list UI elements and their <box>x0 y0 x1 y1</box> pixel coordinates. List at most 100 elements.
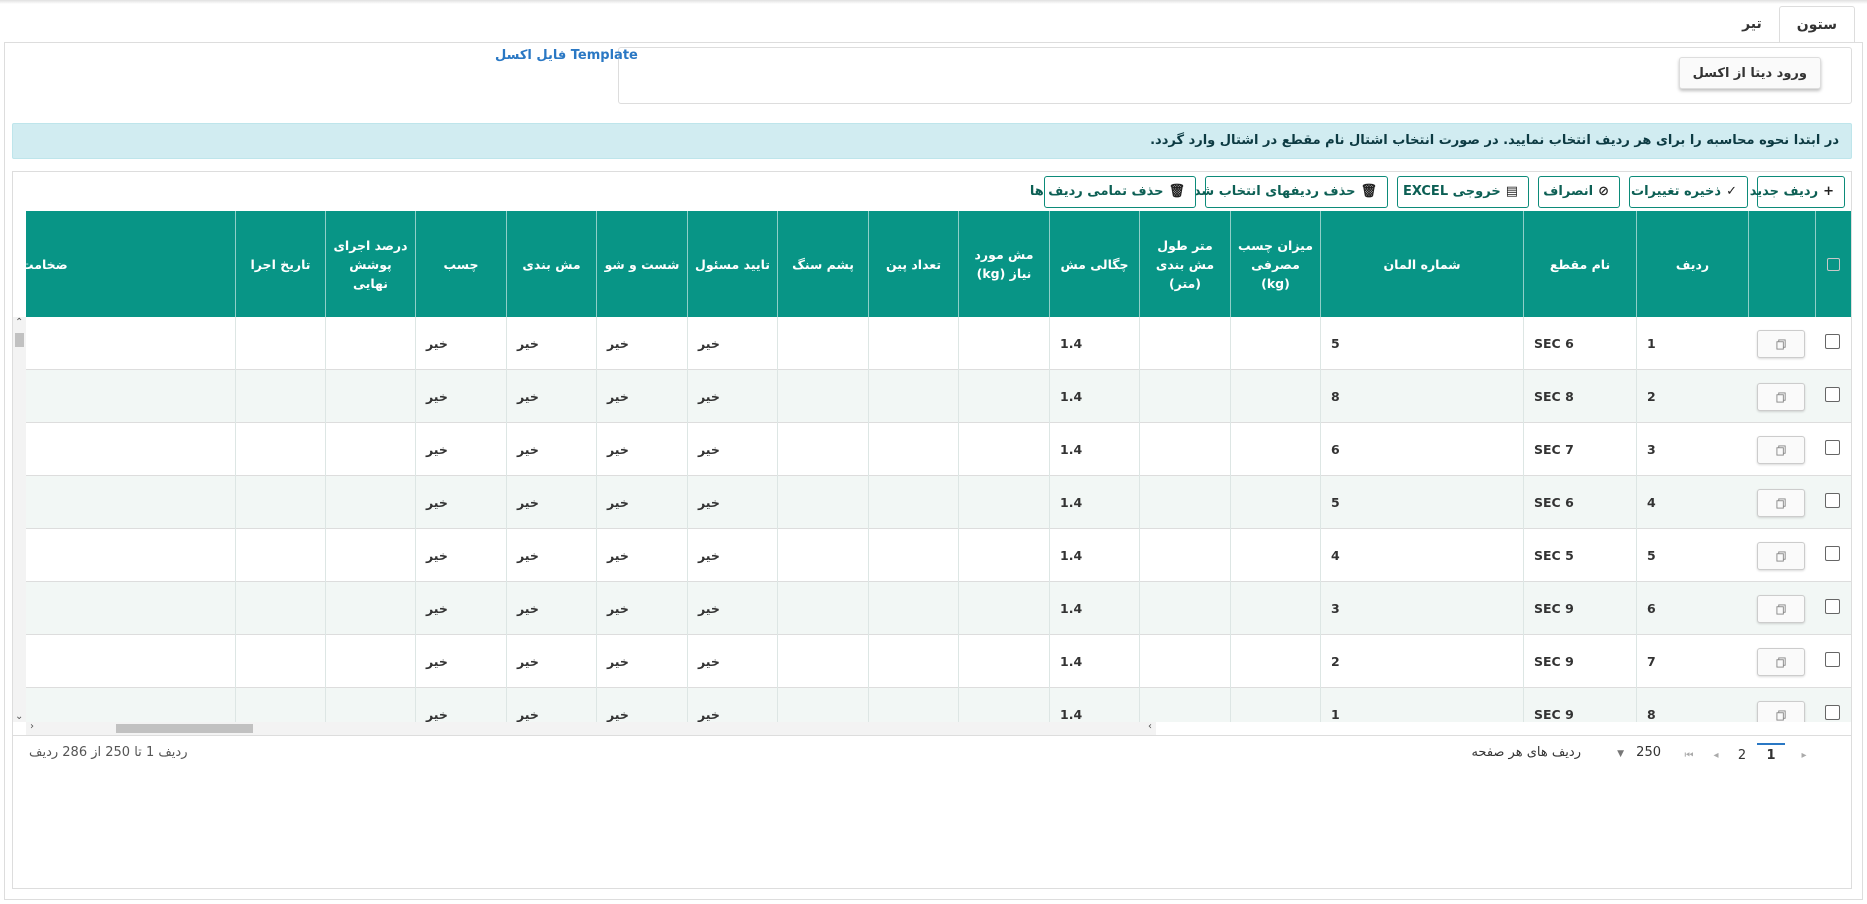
table-cell[interactable] <box>777 423 868 476</box>
approval-cell[interactable]: خیر <box>687 317 777 370</box>
table-cell[interactable] <box>777 317 868 370</box>
washing-cell[interactable]: خیر <box>596 370 687 423</box>
table-cell[interactable] <box>1230 370 1320 423</box>
col-header-section-name[interactable]: نام مقطع <box>1523 211 1636 317</box>
table-cell[interactable] <box>26 423 235 476</box>
meshing-cell[interactable]: خیر <box>506 635 596 688</box>
section-name-cell[interactable]: SEC 6 <box>1523 476 1636 529</box>
col-header-execution-date[interactable]: تاریخ اجرا <box>235 211 325 317</box>
element-number-cell[interactable]: 6 <box>1320 423 1523 476</box>
col-header-row-number[interactable]: ردیف <box>1636 211 1748 317</box>
table-cell[interactable] <box>868 476 958 529</box>
row-select-checkbox[interactable] <box>1825 705 1840 720</box>
row-number-cell[interactable]: 5 <box>1636 529 1748 582</box>
table-cell[interactable] <box>235 688 325 722</box>
col-header-final-coating-percent[interactable]: درصد اجرای پوشش نهایی <box>325 211 415 317</box>
table-cell[interactable] <box>777 529 868 582</box>
row-select-checkbox[interactable] <box>1825 546 1840 561</box>
table-row[interactable]: 7 SEC 9 2 1.4 خیر خیر خیر خیر <box>26 635 1851 688</box>
element-number-cell[interactable]: 8 <box>1320 370 1523 423</box>
excel-template-link[interactable]: Template فایل اکسل <box>495 48 638 63</box>
section-name-cell[interactable]: SEC 8 <box>1523 370 1636 423</box>
col-header-mesh-length[interactable]: متر طول مش بندی (متر) <box>1139 211 1230 317</box>
first-page-icon[interactable]: ▸ <box>1797 745 1811 767</box>
table-row[interactable]: 8 SEC 9 1 1.4 خیر خیر خیر خیر <box>26 688 1851 722</box>
copy-row-button[interactable] <box>1757 648 1805 676</box>
table-cell[interactable] <box>235 635 325 688</box>
element-number-cell[interactable]: 1 <box>1320 688 1523 722</box>
table-cell[interactable] <box>235 476 325 529</box>
element-number-cell[interactable]: 5 <box>1320 476 1523 529</box>
table-cell[interactable] <box>26 688 235 722</box>
glue-cell[interactable]: خیر <box>415 529 506 582</box>
scroll-up-icon[interactable]: ⌃ <box>15 317 23 328</box>
table-cell[interactable] <box>958 370 1049 423</box>
row-select-checkbox[interactable] <box>1825 599 1840 614</box>
section-name-cell[interactable]: SEC 9 <box>1523 688 1636 722</box>
table-row[interactable]: 1 SEC 6 5 1.4 خیر خیر خیر خیر <box>26 317 1851 370</box>
scroll-left-icon[interactable]: ‹ <box>30 721 34 732</box>
washing-cell[interactable]: خیر <box>596 423 687 476</box>
vertical-scroll-thumb[interactable] <box>15 333 24 347</box>
table-row[interactable]: 6 SEC 9 3 1.4 خیر خیر خیر خیر <box>26 582 1851 635</box>
page-size-select[interactable]: 250 ▼ <box>1589 745 1661 760</box>
mesh-density-cell[interactable]: 1.4 <box>1049 317 1139 370</box>
glue-cell[interactable]: خیر <box>415 423 506 476</box>
table-cell[interactable] <box>777 688 868 722</box>
new-row-button[interactable]: + ردیف جدید <box>1750 176 1845 208</box>
table-cell[interactable] <box>1230 423 1320 476</box>
row-select-checkbox[interactable] <box>1825 387 1840 402</box>
copy-row-button[interactable] <box>1757 542 1805 570</box>
table-cell[interactable] <box>1230 582 1320 635</box>
table-cell[interactable] <box>325 529 415 582</box>
approval-cell[interactable]: خیر <box>687 688 777 722</box>
delete-selected-button[interactable]: 🗑 حذف ردیفهای انتخاب شده <box>1186 176 1388 208</box>
section-name-cell[interactable]: SEC 5 <box>1523 529 1636 582</box>
meshing-cell[interactable]: خیر <box>506 476 596 529</box>
approval-cell[interactable]: خیر <box>687 476 777 529</box>
table-cell[interactable] <box>1230 476 1320 529</box>
copy-row-button[interactable] <box>1757 383 1805 411</box>
delete-all-button[interactable]: 🗑 حذف تمامی ردیف ها <box>1030 176 1196 208</box>
table-cell[interactable] <box>1230 688 1320 722</box>
row-number-cell[interactable]: 7 <box>1636 635 1748 688</box>
table-cell[interactable] <box>958 582 1049 635</box>
table-row[interactable]: 5 SEC 5 4 1.4 خیر خیر خیر خیر <box>26 529 1851 582</box>
mesh-density-cell[interactable]: 1.4 <box>1049 423 1139 476</box>
approval-cell[interactable]: خیر <box>687 635 777 688</box>
table-cell[interactable] <box>26 317 235 370</box>
col-header-pin-count[interactable]: تعداد پین <box>868 211 958 317</box>
scroll-right-icon[interactable]: › <box>1148 721 1152 732</box>
col-header-washing[interactable]: شست و شو <box>596 211 687 317</box>
table-cell[interactable] <box>325 370 415 423</box>
row-number-cell[interactable]: 2 <box>1636 370 1748 423</box>
col-header-rock-wool[interactable]: پشم سنگ <box>777 211 868 317</box>
table-cell[interactable] <box>1139 529 1230 582</box>
table-cell[interactable] <box>777 582 868 635</box>
table-cell[interactable] <box>777 370 868 423</box>
page-2[interactable]: 2 <box>1728 745 1756 767</box>
washing-cell[interactable]: خیر <box>596 582 687 635</box>
mesh-density-cell[interactable]: 1.4 <box>1049 635 1139 688</box>
table-cell[interactable] <box>868 635 958 688</box>
table-cell[interactable] <box>868 582 958 635</box>
element-number-cell[interactable]: 3 <box>1320 582 1523 635</box>
element-number-cell[interactable]: 4 <box>1320 529 1523 582</box>
approval-cell[interactable]: خیر <box>687 582 777 635</box>
table-row[interactable]: 4 SEC 6 5 1.4 خیر خیر خیر خیر <box>26 476 1851 529</box>
table-cell[interactable] <box>958 688 1049 722</box>
page-1[interactable]: 1 <box>1757 743 1785 765</box>
cancel-button[interactable]: ⊘ انصراف <box>1538 176 1620 208</box>
glue-cell[interactable]: خیر <box>415 317 506 370</box>
table-cell[interactable] <box>1139 688 1230 722</box>
meshing-cell[interactable]: خیر <box>506 688 596 722</box>
table-cell[interactable] <box>1230 317 1320 370</box>
horizontal-scrollbar[interactable]: ‹ › <box>26 721 1156 735</box>
washing-cell[interactable]: خیر <box>596 688 687 722</box>
glue-cell[interactable]: خیر <box>415 688 506 722</box>
table-cell[interactable] <box>1139 635 1230 688</box>
approval-cell[interactable]: خیر <box>687 370 777 423</box>
save-changes-button[interactable]: ✓ ذخیره تغییرات <box>1629 176 1748 208</box>
row-select-checkbox[interactable] <box>1825 440 1840 455</box>
copy-row-button[interactable] <box>1757 595 1805 623</box>
